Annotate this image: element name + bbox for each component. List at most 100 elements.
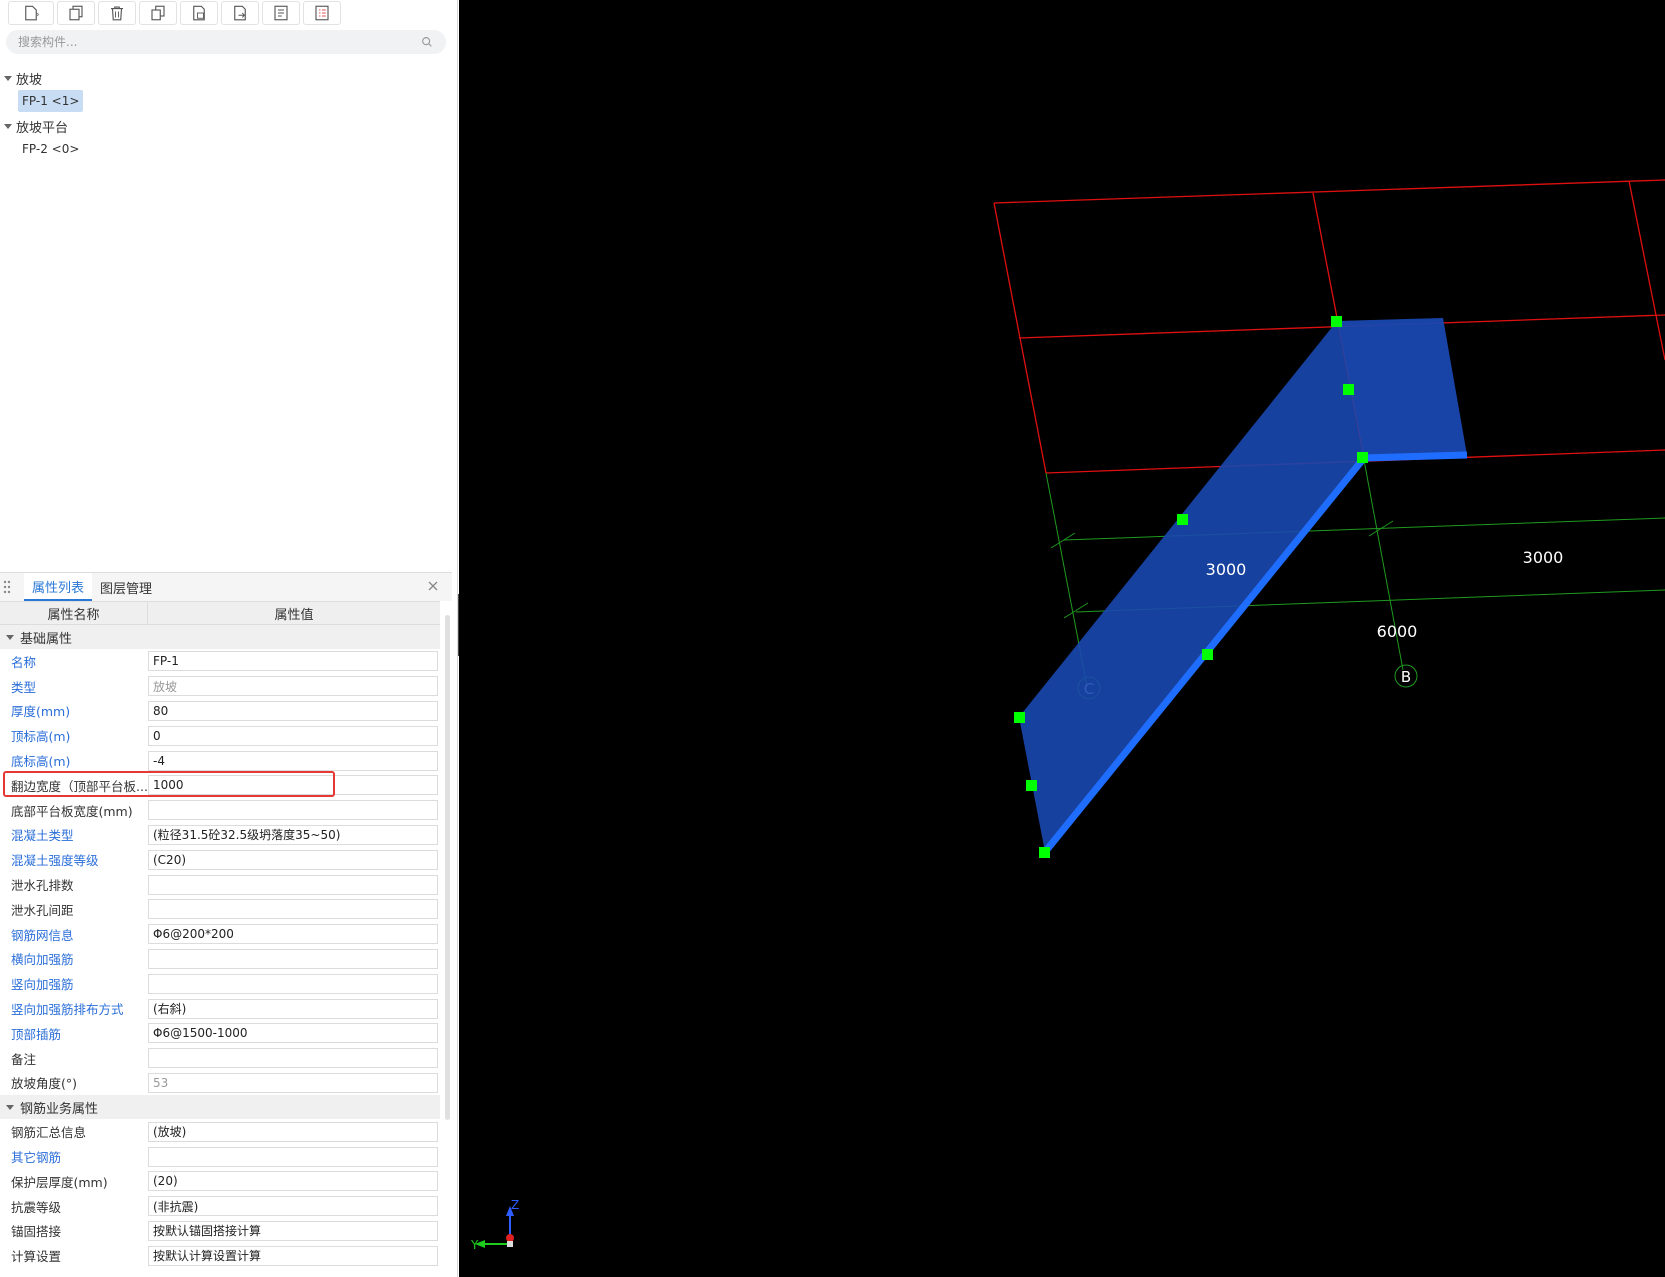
copy-button[interactable] <box>57 1 95 25</box>
search-box[interactable] <box>6 30 446 54</box>
property-value-field[interactable]: 80 <box>148 700 438 721</box>
property-value-field[interactable] <box>148 800 438 821</box>
property-value-field[interactable]: FP-1 <box>148 651 438 672</box>
property-value-field[interactable] <box>148 1146 438 1167</box>
properties-button[interactable] <box>303 1 341 25</box>
property-value-field[interactable] <box>148 948 438 969</box>
property-value-field[interactable] <box>148 899 438 920</box>
import-button[interactable] <box>180 1 218 25</box>
tab-property-list[interactable]: 属性列表 <box>24 573 93 601</box>
property-row[interactable]: 名称 FP-1 <box>0 649 440 674</box>
expand-triangle-icon[interactable] <box>4 75 12 81</box>
section-header[interactable]: 钢筋业务属性 <box>0 1095 440 1120</box>
property-row[interactable]: 保护层厚度(mm) (20) <box>0 1169 440 1194</box>
left-panel: 放坡 FP-1 <1> 放坡平台 FP-2 <0> 属性列表 图层管理 属性名称… <box>0 0 458 1277</box>
property-row[interactable]: 混凝土类型 (粒径31.5砼32.5级坍落度35~50) <box>0 823 440 848</box>
tree-group-slope-platform[interactable]: 放坡平台 <box>0 114 450 138</box>
property-value-field[interactable] <box>148 973 438 994</box>
trash-icon <box>111 6 123 21</box>
layer-copy-button[interactable] <box>139 1 177 25</box>
document-list-icon <box>274 5 288 21</box>
property-value-field[interactable]: 53 <box>148 1072 438 1093</box>
property-row[interactable]: 锚固搭接 按默认锚固搭接计算 <box>0 1219 440 1244</box>
property-value-field[interactable]: (20) <box>148 1171 438 1192</box>
search-input[interactable] <box>18 35 420 49</box>
expand-triangle-icon[interactable] <box>4 123 12 129</box>
property-value-field[interactable]: 放坡 <box>148 676 438 697</box>
property-row[interactable]: 计算设置 按默认计算设置计算 <box>0 1243 440 1268</box>
property-name: 竖向加强筋 <box>11 977 74 993</box>
drag-grip-icon[interactable] <box>2 579 12 595</box>
properties-panel: 属性列表 图层管理 属性名称 属性值 基础属性名称 FP-1 类型 放坡 厚度(mm) 8… <box>0 572 452 1277</box>
section-title: 钢筋业务属性 <box>20 1101 99 1117</box>
property-value-field[interactable]: (右斜) <box>148 998 438 1019</box>
property-row[interactable]: 备注 <box>0 1046 440 1071</box>
properties-scrollbar[interactable] <box>445 615 450 1120</box>
property-name: 泄水孔间距 <box>11 902 74 918</box>
property-row[interactable]: 顶部插筋 Φ6@1500-1000 <box>0 1021 440 1046</box>
property-row[interactable]: 厚度(mm) 80 <box>0 699 440 724</box>
property-name: 锚固搭接 <box>11 1224 62 1240</box>
property-row[interactable]: 底部平台板宽度(mm) <box>0 798 440 823</box>
property-value-field[interactable]: Φ6@1500-1000 <box>148 1023 438 1044</box>
axis-y-label: Y <box>470 1238 479 1252</box>
property-value-field[interactable]: 按默认计算设置计算 <box>148 1245 438 1266</box>
header-name: 属性名称 <box>0 602 148 624</box>
new-file-icon <box>25 5 40 21</box>
property-row[interactable]: 混凝土强度等级 (C20) <box>0 847 440 872</box>
property-row[interactable]: 抗震等级 (非抗震) <box>0 1194 440 1219</box>
property-value-field[interactable]: -4 <box>148 750 438 771</box>
property-row[interactable]: 泄水孔间距 <box>0 897 440 922</box>
property-table-icon <box>315 5 329 21</box>
expand-triangle-icon[interactable] <box>6 634 14 640</box>
property-value-field[interactable]: (C20) <box>148 849 438 870</box>
close-icon[interactable] <box>426 579 440 593</box>
property-row[interactable]: 放坡角度(°) 53 <box>0 1071 440 1096</box>
property-row[interactable]: 顶标高(m) 0 <box>0 723 440 748</box>
property-row[interactable]: 竖向加强筋 <box>0 971 440 996</box>
property-row[interactable]: 钢筋汇总信息 (放坡) <box>0 1119 440 1144</box>
property-value-field[interactable]: 0 <box>148 725 438 746</box>
property-row[interactable]: 类型 放坡 <box>0 674 440 699</box>
property-row[interactable]: 底标高(m) -4 <box>0 748 440 773</box>
property-row[interactable]: 其它钢筋 <box>0 1144 440 1169</box>
export-button[interactable] <box>221 1 259 25</box>
list-button[interactable] <box>262 1 300 25</box>
property-name: 混凝土强度等级 <box>11 853 99 869</box>
new-component-button[interactable] <box>8 1 54 25</box>
property-value-field[interactable]: Φ6@200*200 <box>148 924 438 945</box>
tree-item-fp-1[interactable]: FP-1 <1> <box>18 90 84 112</box>
toolbar <box>0 0 458 26</box>
viewport-canvas[interactable]: C B 3000 3000 6000 <box>459 0 1665 1277</box>
property-value-field[interactable]: (粒径31.5砼32.5级坍落度35~50) <box>148 824 438 845</box>
property-name: 顶标高(m) <box>11 729 71 745</box>
property-value-field[interactable] <box>148 1048 438 1069</box>
property-value-field[interactable]: (放坡) <box>148 1121 438 1142</box>
property-name: 横向加强筋 <box>11 952 74 968</box>
property-name: 泄水孔排数 <box>11 878 74 894</box>
property-row[interactable]: 钢筋网信息 Φ6@200*200 <box>0 922 440 947</box>
property-name: 钢筋网信息 <box>11 927 74 943</box>
dim-label-6000: 6000 <box>1377 622 1418 641</box>
property-row[interactable]: 泄水孔排数 <box>0 872 440 897</box>
section-header[interactable]: 基础属性 <box>0 625 440 649</box>
tree-item-fp-2[interactable]: FP-2 <0> <box>18 138 83 160</box>
component-tree: 放坡 FP-1 <1> 放坡平台 FP-2 <0> <box>0 66 450 162</box>
property-row[interactable]: 横向加强筋 <box>0 947 440 972</box>
tab-layer-management[interactable]: 图层管理 <box>92 573 160 601</box>
property-name: 抗震等级 <box>11 1199 62 1215</box>
3d-viewport[interactable]: C B 3000 3000 6000 <box>459 0 1665 1277</box>
tree-group-slope[interactable]: 放坡 <box>0 66 450 90</box>
properties-header: 属性名称 属性值 <box>0 601 440 625</box>
slope-slab[interactable] <box>1019 318 1468 855</box>
property-name: 名称 <box>11 654 37 670</box>
property-value-field[interactable]: 按默认锚固搭接计算 <box>148 1220 438 1241</box>
tree-group-label: 放坡 <box>16 72 43 88</box>
property-value-field[interactable] <box>148 874 438 895</box>
property-row[interactable]: 竖向加强筋排布方式 (右斜) <box>0 996 440 1021</box>
property-value-field[interactable]: (非抗震) <box>148 1196 438 1217</box>
search-icon[interactable] <box>420 35 434 49</box>
properties-body: 基础属性 名称 FP-1 类型 放坡 厚度(mm) 80 顶标高(m) 0 底标高(m) -4 翻边宽… <box>0 625 452 1268</box>
expand-triangle-icon[interactable] <box>6 1104 14 1110</box>
delete-button[interactable] <box>98 1 136 25</box>
